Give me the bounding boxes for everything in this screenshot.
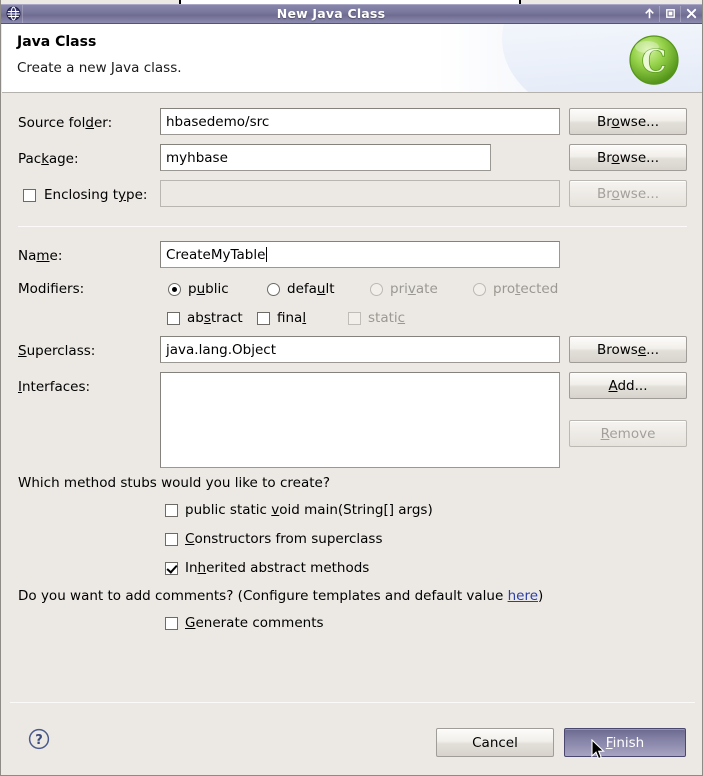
- main-method-checkbox[interactable]: [165, 503, 178, 517]
- superclass-value: java.lang.Object: [166, 341, 276, 358]
- help-question-icon[interactable]: ?: [28, 728, 50, 750]
- package-browse-label: Browse...: [596, 149, 660, 166]
- finish-button[interactable]: Finish: [564, 728, 686, 757]
- svg-text:?: ?: [35, 733, 43, 748]
- generate-comments-label: Generate comments: [185, 615, 324, 631]
- interfaces-label: Interfaces:: [18, 379, 90, 395]
- dialog-form: Source folder: hbasedemo/src Browse... P…: [1, 94, 702, 698]
- name-label: Name:: [18, 248, 62, 264]
- static-checkbox: [348, 311, 361, 325]
- method-stubs-question: Which method stubs would you like to cre…: [18, 475, 330, 491]
- finish-button-label: Finish: [605, 734, 645, 751]
- inherited-abstract-checkbox[interactable]: [165, 561, 178, 575]
- protected-radio-label: protected: [493, 281, 559, 297]
- source-folder-label-text: Source folder:: [18, 115, 113, 131]
- footer-separator: [10, 702, 695, 703]
- name-input[interactable]: CreateMyTable: [160, 241, 560, 268]
- interfaces-remove-label: Remove: [600, 425, 656, 442]
- maximize-icon[interactable]: [659, 5, 681, 23]
- generate-comments-checkbox[interactable]: [165, 616, 178, 630]
- interfaces-remove-button: Remove: [569, 420, 687, 447]
- enclosing-type-browse-label: Browse...: [596, 185, 660, 202]
- source-folder-browse-label: Browse...: [596, 113, 660, 130]
- package-label: Package:: [18, 151, 79, 167]
- text-caret: [266, 247, 268, 262]
- modifiers-label: Modifiers:: [18, 281, 84, 297]
- private-radio-label: private: [390, 281, 438, 297]
- abstract-checkbox[interactable]: [167, 311, 180, 325]
- superclass-label: Superclass:: [18, 343, 95, 359]
- comments-question-text: Do you want to add comments? (Configure …: [18, 588, 544, 604]
- superclass-label-text: Superclass:: [18, 343, 96, 359]
- modifier-radio-default[interactable]: default: [267, 281, 335, 297]
- modifiers-label-text: Modifiers:: [18, 281, 85, 297]
- interfaces-label-text: Interfaces:: [18, 379, 91, 395]
- enclosing-type-input: [160, 180, 560, 207]
- stub-inherited-row[interactable]: Inherited abstract methods: [165, 560, 369, 576]
- minimize-icon[interactable]: [639, 5, 660, 23]
- page-subtitle: Create a new Java class.: [17, 60, 182, 76]
- default-radio[interactable]: [267, 282, 280, 296]
- inherited-abstract-label: Inherited abstract methods: [185, 560, 370, 576]
- name-label-text: Name:: [18, 248, 63, 264]
- final-checkbox[interactable]: [257, 311, 270, 325]
- source-folder-input[interactable]: hbasedemo/src: [160, 108, 560, 135]
- protected-radio: [473, 282, 486, 296]
- java-class-c-logo-icon: C: [626, 32, 682, 88]
- static-checkbox-label: static: [368, 310, 406, 326]
- method-stubs-question-text: Which method stubs would you like to cre…: [18, 475, 330, 491]
- package-input[interactable]: myhbase: [160, 144, 491, 171]
- dialog-title: New Java Class: [276, 5, 386, 21]
- source-folder-label: Source folder:: [18, 115, 112, 131]
- enclosing-type-browse-button: Browse...: [569, 180, 687, 207]
- constructors-label: Constructors from superclass: [185, 531, 383, 547]
- configure-templates-link[interactable]: here: [508, 588, 538, 604]
- modifier-radio-protected: protected: [473, 281, 558, 297]
- generate-comments-row[interactable]: Generate comments: [165, 615, 324, 631]
- public-radio-label: public: [188, 281, 229, 297]
- modifier-checkbox-static: static: [348, 310, 405, 326]
- enclosing-type-checkbox[interactable]: [23, 188, 36, 202]
- new-java-class-dialog: New Java Class Java Class Create a new J…: [0, 0, 703, 776]
- modifier-checkbox-final[interactable]: final: [257, 310, 306, 326]
- enclosing-type-label-text: Enclosing type:: [44, 187, 148, 203]
- enclosing-type-row[interactable]: Enclosing type:: [23, 187, 147, 203]
- interfaces-list[interactable]: [160, 372, 560, 468]
- public-radio[interactable]: [168, 282, 181, 296]
- modifier-checkbox-abstract[interactable]: abstract: [167, 310, 243, 326]
- superclass-input[interactable]: java.lang.Object: [160, 336, 560, 363]
- package-browse-button[interactable]: Browse...: [569, 144, 687, 171]
- modifier-radio-private: private: [370, 281, 438, 297]
- stub-main-method-row[interactable]: public static void main(String[] args): [165, 502, 433, 518]
- source-folder-browse-button[interactable]: Browse...: [569, 108, 687, 135]
- default-radio-label: default: [287, 281, 335, 297]
- modifier-radio-public[interactable]: public: [168, 281, 229, 297]
- eclipse-icon: [4, 5, 22, 23]
- interfaces-add-button[interactable]: Add...: [569, 372, 687, 399]
- name-value: CreateMyTable: [166, 246, 266, 263]
- window-controls: [639, 5, 702, 23]
- stub-constructors-row[interactable]: Constructors from superclass: [165, 531, 382, 547]
- section-separator-1: [18, 226, 687, 227]
- main-method-label: public static void main(String[] args): [185, 502, 433, 518]
- comments-question: Do you want to add comments? (Configure …: [18, 588, 543, 604]
- page-title: Java Class: [17, 34, 97, 50]
- dialog-header: Java Class Create a new Java class. C: [2, 24, 702, 93]
- superclass-browse-button[interactable]: Browse...: [569, 336, 687, 363]
- private-radio: [370, 282, 383, 296]
- close-icon[interactable]: [680, 5, 702, 23]
- constructors-checkbox[interactable]: [165, 532, 178, 546]
- source-folder-value: hbasedemo/src: [166, 113, 270, 130]
- abstract-checkbox-label: abstract: [187, 310, 243, 326]
- dialog-titlebar: New Java Class: [1, 4, 702, 24]
- cancel-button[interactable]: Cancel: [436, 728, 554, 757]
- final-checkbox-label: final: [277, 310, 307, 326]
- interfaces-add-label: Add...: [608, 377, 648, 394]
- superclass-browse-label: Browse...: [596, 341, 660, 358]
- package-label-text: Package:: [18, 151, 79, 167]
- package-value: myhbase: [166, 149, 228, 166]
- cancel-button-label: Cancel: [472, 734, 518, 751]
